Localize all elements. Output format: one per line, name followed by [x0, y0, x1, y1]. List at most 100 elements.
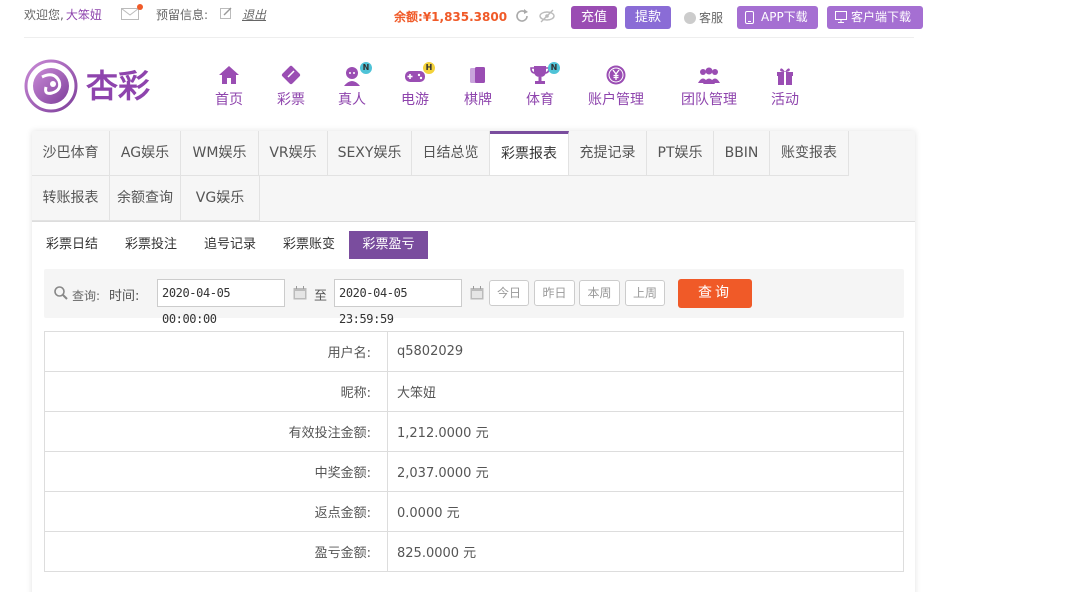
- nav-item-home[interactable]: 首页: [214, 64, 244, 109]
- row-value: 2,037.0000 元: [387, 451, 904, 492]
- logo-text: 杏彩: [86, 67, 150, 105]
- start-time-input[interactable]: 2020-04-05 00:00:00: [157, 279, 285, 326]
- report-tab[interactable]: VR娱乐: [259, 131, 328, 176]
- top-divider: [24, 37, 914, 38]
- app-download-label: APP下载: [761, 10, 808, 24]
- nav-item-ticket[interactable]: 彩票: [276, 64, 306, 109]
- row-value: 825.0000 元: [387, 531, 904, 572]
- time-label: 时间:: [109, 289, 140, 304]
- table-row: 中奖金额: 2,037.0000 元: [44, 451, 904, 492]
- monitor-icon: [835, 11, 847, 23]
- nav-item-yen-coin[interactable]: 账户管理: [586, 64, 646, 109]
- logout-link[interactable]: 退出: [242, 6, 266, 23]
- lottery-subtab[interactable]: 彩票盈亏: [349, 231, 428, 259]
- gamepad-icon: H: [403, 62, 435, 86]
- brand-logo[interactable]: 杏彩: [24, 57, 164, 115]
- app-download-button[interactable]: APP下载: [737, 6, 818, 29]
- last-week-button[interactable]: 上周: [625, 280, 665, 306]
- dealer-icon: N: [340, 62, 372, 86]
- search-button[interactable]: 查询: [678, 279, 752, 308]
- report-tab[interactable]: WM娱乐: [181, 131, 259, 176]
- welcome-text: 欢迎您, 大笨妞: [24, 6, 102, 23]
- row-value: q5802029: [387, 331, 904, 372]
- this-week-button[interactable]: 本周: [579, 280, 620, 306]
- row-label: 用户名:: [44, 331, 388, 372]
- yen-coin-icon: [604, 64, 628, 86]
- row-value: 大笨妞: [387, 371, 904, 412]
- nav-item-label: 团队管理: [681, 92, 737, 108]
- welcome-label: 欢迎您,: [24, 8, 64, 22]
- report-tab[interactable]: AG娱乐: [110, 131, 181, 176]
- gift-icon: [773, 64, 797, 86]
- report-tab[interactable]: VG娱乐: [181, 176, 260, 221]
- end-time-input[interactable]: 2020-04-05 23:59:59: [334, 279, 462, 326]
- report-tab[interactable]: BBIN: [714, 131, 770, 176]
- trophy-icon: N: [528, 62, 560, 86]
- report-tab[interactable]: SEXY娱乐: [328, 131, 412, 176]
- report-panel: 沙巴体育 AG娱乐 WM娱乐 VR娱乐 SEXY娱乐 日结总览 彩票报表 充提记录 PT娱乐 BB…: [32, 131, 915, 592]
- nav-item-team[interactable]: 团队管理: [679, 64, 739, 109]
- lottery-subtab[interactable]: 彩票投注: [116, 231, 186, 259]
- nav-item-label: 体育: [526, 92, 554, 108]
- nav-item-label: 活动: [771, 92, 799, 108]
- report-tab[interactable]: 转账报表: [32, 176, 110, 221]
- hide-balance-icon[interactable]: [539, 9, 555, 23]
- lottery-subtab[interactable]: 彩票账变: [274, 231, 344, 259]
- table-row: 用户名: q5802029: [44, 331, 904, 372]
- report-tab[interactable]: 彩票报表: [490, 131, 569, 176]
- row-label: 返点金额:: [44, 491, 388, 532]
- row-label: 有效投注金额:: [44, 411, 388, 452]
- report-tab[interactable]: 充提记录: [569, 131, 647, 176]
- cards-icon: [466, 64, 490, 86]
- nav-item-trophy[interactable]: N 体育: [525, 62, 560, 109]
- lottery-subtab[interactable]: 彩票日结: [38, 231, 106, 259]
- nav-item-dealer[interactable]: N 真人: [337, 62, 372, 109]
- nav-item-label: 首页: [215, 92, 243, 108]
- calendar-icon[interactable]: [470, 286, 484, 300]
- lottery-subtab[interactable]: 追号记录: [195, 231, 265, 259]
- service-link[interactable]: 客服: [684, 9, 723, 26]
- row-value: 0.0000 元: [387, 491, 904, 532]
- report-tab[interactable]: 沙巴体育: [32, 131, 110, 176]
- nav-item-label: 真人: [338, 92, 366, 108]
- balance-label: 余额:: [394, 10, 423, 24]
- nav-item-label: 棋牌: [464, 92, 492, 108]
- profit-loss-table: 用户名: q5802029 昵称: 大笨妞 有效投注金额: 1,212.0000 元中奖金…: [44, 331, 904, 572]
- nav-item-gamepad[interactable]: H 电游: [400, 62, 435, 109]
- nav-item-label: 彩票: [277, 92, 305, 108]
- balance-value: ¥1,835.3800: [422, 10, 508, 24]
- report-tab[interactable]: PT娱乐: [647, 131, 714, 176]
- refresh-icon[interactable]: [515, 9, 529, 23]
- nav-item-cards[interactable]: 棋牌: [463, 64, 493, 109]
- table-row: 盈亏金额: 825.0000 元: [44, 531, 904, 572]
- nav-item-label: 账户管理: [588, 92, 644, 108]
- query-bar: 查询: 时间: 2020-04-05 00:00:00 至 2020-04-05…: [44, 269, 904, 326]
- client-download-button[interactable]: 客户端下载: [827, 6, 923, 29]
- withdraw-button[interactable]: 提款: [625, 6, 671, 29]
- report-tab[interactable]: 账变报表: [770, 131, 849, 176]
- nav-badge: H: [423, 62, 435, 74]
- service-icon: [684, 12, 696, 24]
- calendar-icon[interactable]: [293, 286, 307, 300]
- service-label: 客服: [699, 11, 724, 25]
- report-tab[interactable]: 日结总览: [412, 131, 490, 176]
- mail-icon[interactable]: [121, 8, 139, 20]
- ticket-icon: [279, 64, 303, 86]
- nav-item-label: 电游: [401, 92, 429, 108]
- lottery-subtabs: 彩票日结 彩票投注 追号记录 彩票账变 彩票盈亏: [32, 231, 915, 261]
- nav-badge: N: [360, 62, 372, 74]
- nav-item-gift[interactable]: 活动: [770, 64, 800, 109]
- nav-badge: N: [548, 62, 560, 74]
- username-link[interactable]: 大笨妞: [66, 8, 102, 22]
- report-tabs: 沙巴体育 AG娱乐 WM娱乐 VR娱乐 SEXY娱乐 日结总览 彩票报表 充提记录 PT娱乐 BB…: [32, 131, 915, 222]
- edit-icon[interactable]: [220, 7, 232, 19]
- today-button[interactable]: 今日: [489, 280, 529, 306]
- row-value: 1,212.0000 元: [387, 411, 904, 452]
- table-row: 昵称: 大笨妞: [44, 371, 904, 412]
- report-tab[interactable]: 余额查询: [110, 176, 181, 221]
- unread-dot: [137, 4, 143, 10]
- yesterday-button[interactable]: 昨日: [534, 280, 575, 306]
- recharge-button[interactable]: 充值: [571, 6, 617, 29]
- row-label: 盈亏金额:: [44, 531, 388, 572]
- team-icon: [697, 64, 721, 86]
